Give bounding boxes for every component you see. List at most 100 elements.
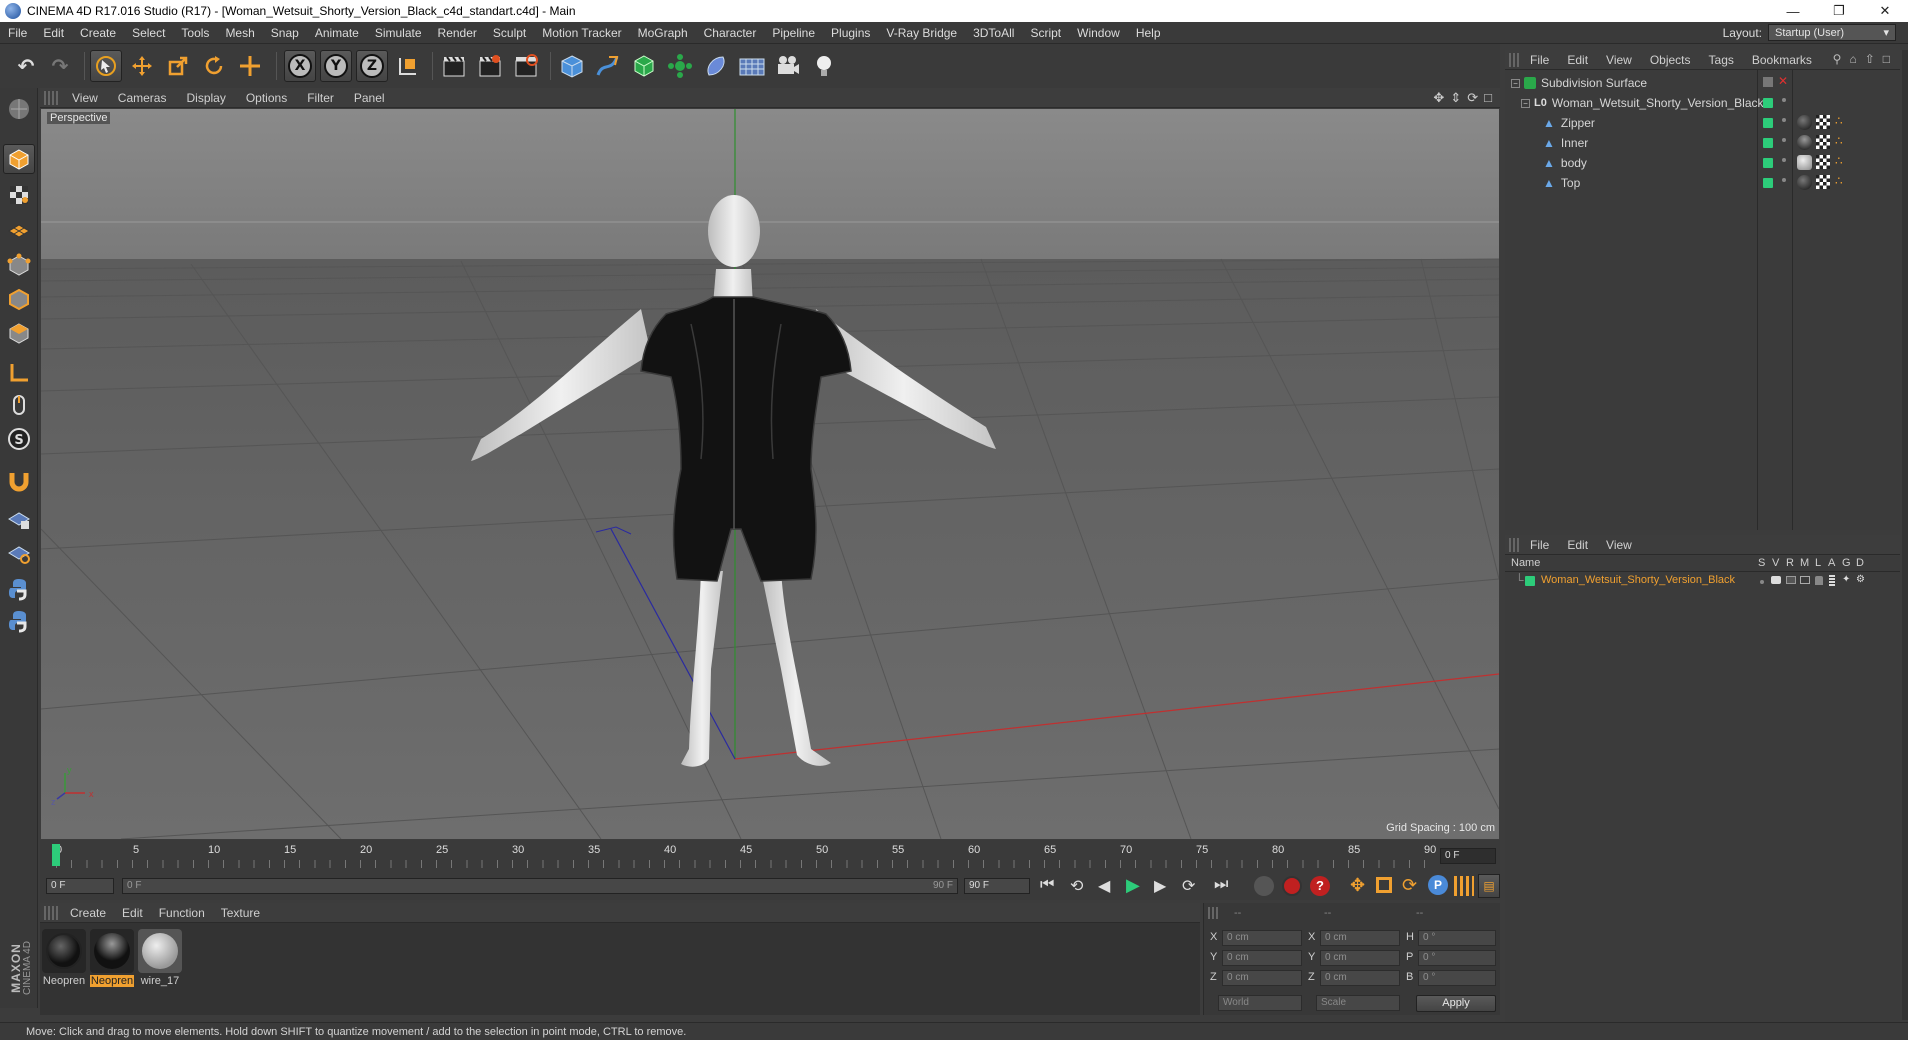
size-mode-dropdown[interactable]: Scale xyxy=(1316,995,1400,1011)
layer-col-visible[interactable]: V xyxy=(1772,557,1779,569)
position-y-field[interactable]: 0 cm xyxy=(1222,950,1302,966)
object-menu-edit[interactable]: Edit xyxy=(1558,53,1597,67)
end-frame-field[interactable]: 90 F xyxy=(964,878,1030,894)
phong-tag-icon[interactable]: ∴ xyxy=(1835,174,1843,188)
model-mode-icon[interactable] xyxy=(3,144,35,174)
layer-swatch[interactable] xyxy=(1763,77,1773,87)
menu-mesh[interactable]: Mesh xyxy=(217,26,262,40)
eye-icon[interactable] xyxy=(1771,576,1781,584)
new-window-icon[interactable]: □ xyxy=(1883,52,1890,66)
layer-color-swatch[interactable] xyxy=(1763,118,1773,128)
coordinate-system-icon[interactable] xyxy=(392,50,424,82)
render-settings-icon[interactable] xyxy=(510,50,542,82)
tree-row-inner[interactable]: ▲ Inner ∴ xyxy=(1505,133,1900,153)
material-tag-icon[interactable] xyxy=(1797,175,1812,190)
menu-animate[interactable]: Animate xyxy=(307,26,367,40)
previous-key-icon[interactable]: ⟲ xyxy=(1070,876,1083,896)
collapse-icon[interactable]: − xyxy=(1511,78,1520,88)
scale-tool-icon[interactable] xyxy=(162,50,194,82)
layer-color-swatch[interactable] xyxy=(1763,158,1773,168)
orbit-view-icon[interactable]: ⟳ xyxy=(1467,90,1478,106)
axis-mode-icon[interactable] xyxy=(3,358,35,388)
menu-simulate[interactable]: Simulate xyxy=(367,26,430,40)
previous-frame-icon[interactable]: ◀ xyxy=(1098,876,1110,896)
coordinate-mode-dropdown[interactable]: World xyxy=(1218,995,1302,1011)
layer-col-render[interactable]: R xyxy=(1786,557,1794,569)
key-position-icon[interactable]: ✥ xyxy=(1350,875,1365,896)
manager-toggle-icon[interactable] xyxy=(1800,576,1810,584)
uvw-tag-icon[interactable] xyxy=(1816,155,1830,169)
render-view-icon[interactable] xyxy=(438,50,470,82)
playhead[interactable] xyxy=(52,844,60,866)
phong-tag-icon[interactable]: ∴ xyxy=(1835,154,1843,168)
menu-file[interactable]: File xyxy=(0,26,35,40)
menu-window[interactable]: Window xyxy=(1069,26,1128,40)
search-icon[interactable]: ⚲ xyxy=(1833,52,1842,66)
menu-render[interactable]: Render xyxy=(430,26,485,40)
viewport-menu-cameras[interactable]: Cameras xyxy=(108,91,177,105)
right-dock-strip[interactable] xyxy=(1902,50,1908,1020)
layer-color-swatch[interactable] xyxy=(1525,576,1535,586)
current-frame-field[interactable]: 0 F xyxy=(1440,848,1496,864)
start-frame-field[interactable]: 0 F xyxy=(46,878,114,894)
move-tool-icon[interactable] xyxy=(126,50,158,82)
3d-viewport[interactable]: Perspective y x z Grid Spacing : 100 cm xyxy=(41,109,1499,839)
layer-col-locked[interactable]: L xyxy=(1815,557,1821,569)
menu-vray-bridge[interactable]: V-Ray Bridge xyxy=(878,26,965,40)
viewport-menu-panel[interactable]: Panel xyxy=(344,91,395,105)
material-menu-function[interactable]: Function xyxy=(151,906,213,920)
menu-mograph[interactable]: MoGraph xyxy=(630,26,696,40)
visibility-dot[interactable] xyxy=(1782,118,1786,122)
pan-view-icon[interactable]: ✥ xyxy=(1433,90,1444,106)
material-swatch[interactable]: wire_17 xyxy=(138,929,182,987)
workplane-icon[interactable] xyxy=(3,214,35,244)
cloner-icon[interactable] xyxy=(664,50,696,82)
next-frame-icon[interactable]: ▶ xyxy=(1154,876,1166,896)
timeline-window-icon[interactable]: ▤ xyxy=(1478,874,1500,898)
points-mode-icon[interactable] xyxy=(3,250,35,280)
tweak-mode-icon[interactable] xyxy=(3,390,35,420)
menu-script[interactable]: Script xyxy=(1022,26,1069,40)
record-keys-icon[interactable] xyxy=(1282,876,1302,896)
tree-row-zipper[interactable]: ▲ Zipper ∴ xyxy=(1505,113,1900,133)
material-tag-icon[interactable] xyxy=(1797,115,1812,130)
key-pla-icon[interactable] xyxy=(1454,876,1474,896)
lock-workplane-icon[interactable] xyxy=(3,504,35,534)
visibility-dot[interactable] xyxy=(1782,138,1786,142)
visibility-dot[interactable] xyxy=(1782,98,1786,102)
menu-3dtoall[interactable]: 3DToAll xyxy=(965,26,1022,40)
tree-row-wetsuit-group[interactable]: − L0 Woman_Wetsuit_Shorty_Version_Black xyxy=(1505,93,1900,113)
collapse-icon[interactable]: − xyxy=(1521,98,1530,108)
pen-spline-icon[interactable] xyxy=(592,50,624,82)
z-axis-lock-button[interactable]: Z xyxy=(356,50,388,82)
autokey-icon[interactable]: ? xyxy=(1310,876,1330,896)
maximize-view-icon[interactable]: □ xyxy=(1484,90,1492,106)
goto-end-icon[interactable]: ⏭ xyxy=(1214,876,1228,894)
dolly-view-icon[interactable]: ⇕ xyxy=(1450,90,1461,106)
menu-tools[interactable]: Tools xyxy=(173,26,217,40)
restore-icon[interactable]: ❐ xyxy=(1816,0,1862,22)
subdivision-surface-icon[interactable] xyxy=(628,50,660,82)
light-icon[interactable] xyxy=(808,50,840,82)
object-menu-bookmarks[interactable]: Bookmarks xyxy=(1743,53,1821,67)
menu-snap[interactable]: Snap xyxy=(263,26,307,40)
size-y-field[interactable]: 0 cm xyxy=(1320,950,1400,966)
tree-row-subdivision-surface[interactable]: − Subdivision Surface ✕ xyxy=(1505,73,1900,93)
edges-mode-icon[interactable] xyxy=(3,284,35,314)
material-menu-edit[interactable]: Edit xyxy=(114,906,151,920)
y-axis-lock-button[interactable]: Y xyxy=(320,50,352,82)
select-tool-icon[interactable] xyxy=(90,50,122,82)
size-x-field[interactable]: 0 cm xyxy=(1320,930,1400,946)
menu-create[interactable]: Create xyxy=(72,26,124,40)
deformer-toggle-icon[interactable]: ⚙ xyxy=(1856,574,1865,585)
deformer-icon[interactable] xyxy=(700,50,732,82)
render-picture-viewer-icon[interactable] xyxy=(474,50,506,82)
visibility-dot[interactable] xyxy=(1782,178,1786,182)
rotation-b-field[interactable]: 0 ° xyxy=(1418,970,1496,986)
uvw-tag-icon[interactable] xyxy=(1816,115,1830,129)
rotation-p-field[interactable]: 0 ° xyxy=(1418,950,1496,966)
uvw-tag-icon[interactable] xyxy=(1816,135,1830,149)
menu-sculpt[interactable]: Sculpt xyxy=(485,26,534,40)
material-tag-icon[interactable] xyxy=(1797,155,1812,170)
size-z-field[interactable]: 0 cm xyxy=(1320,970,1400,986)
